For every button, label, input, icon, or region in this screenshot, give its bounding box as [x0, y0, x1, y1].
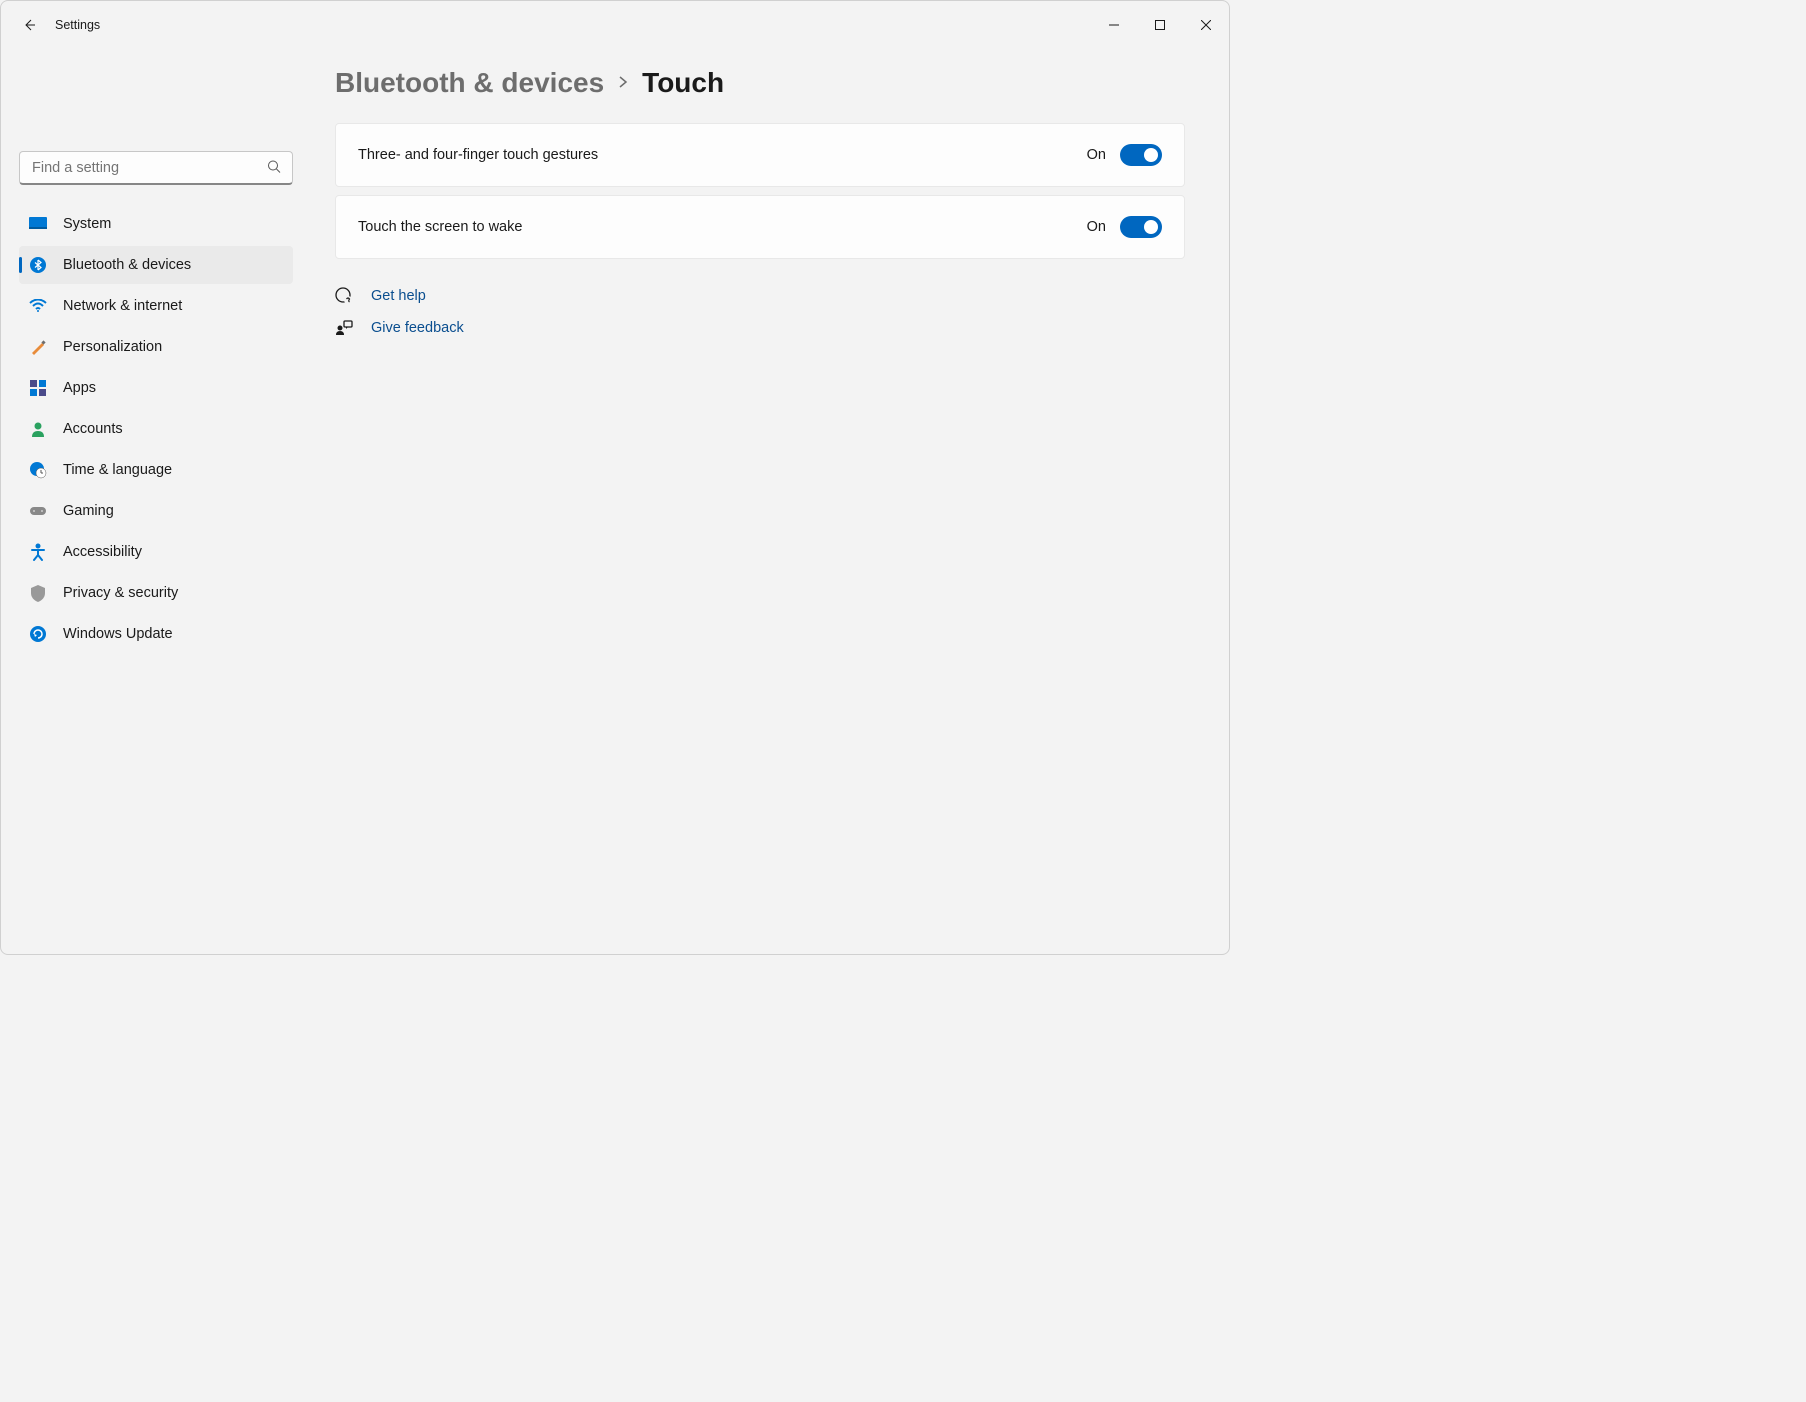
close-icon: [1201, 20, 1211, 30]
sidebar-item-time-language[interactable]: Time & language: [19, 451, 293, 489]
toggle-wrap: On: [1087, 216, 1162, 238]
breadcrumb: Bluetooth & devices Touch: [335, 67, 1185, 99]
sidebar-item-label: System: [63, 216, 111, 232]
update-icon: [29, 625, 47, 643]
sidebar-item-label: Time & language: [63, 462, 172, 478]
shield-icon: [29, 584, 47, 602]
sidebar-item-label: Personalization: [63, 339, 162, 355]
setting-label: Touch the screen to wake: [358, 219, 522, 235]
page-title: Touch: [642, 67, 724, 99]
help-links: Get help Give feedback: [335, 287, 1185, 337]
sidebar-item-personalization[interactable]: Personalization: [19, 328, 293, 366]
search-wrap: [19, 151, 293, 185]
feedback-icon: [335, 319, 353, 337]
sidebar-item-label: Windows Update: [63, 626, 173, 642]
paintbrush-icon: [29, 338, 47, 356]
sidebar-item-label: Accounts: [63, 421, 123, 437]
sidebar-item-system[interactable]: System: [19, 205, 293, 243]
sidebar-item-label: Accessibility: [63, 544, 142, 560]
search-icon: [267, 160, 281, 177]
arrow-left-icon: [21, 17, 37, 33]
help-link-text: Get help: [371, 288, 426, 304]
setting-label: Three- and four-finger touch gestures: [358, 147, 598, 163]
app-title: Settings: [55, 18, 100, 32]
accessibility-icon: [29, 543, 47, 561]
get-help-link[interactable]: Get help: [335, 287, 1185, 305]
apps-icon: [29, 379, 47, 397]
sidebar-item-gaming[interactable]: Gaming: [19, 492, 293, 530]
close-button[interactable]: [1183, 9, 1229, 41]
toggle-switch[interactable]: [1120, 144, 1162, 166]
sidebar-item-label: Apps: [63, 380, 96, 396]
minimize-button[interactable]: [1091, 9, 1137, 41]
setting-touch-gestures[interactable]: Three- and four-finger touch gestures On: [335, 123, 1185, 187]
globe-clock-icon: [29, 461, 47, 479]
toggle-state-text: On: [1087, 147, 1106, 163]
sidebar-item-accessibility[interactable]: Accessibility: [19, 533, 293, 571]
sidebar-item-bluetooth-devices[interactable]: Bluetooth & devices: [19, 246, 293, 284]
system-icon: [29, 215, 47, 233]
toggle-wrap: On: [1087, 144, 1162, 166]
sidebar-item-label: Bluetooth & devices: [63, 257, 191, 273]
help-icon: [335, 287, 353, 305]
settings-window: Settings: [0, 0, 1230, 955]
person-icon: [29, 420, 47, 438]
wifi-icon: [29, 297, 47, 315]
minimize-icon: [1109, 20, 1119, 30]
main-content: Bluetooth & devices Touch Three- and fou…: [311, 49, 1229, 954]
gamepad-icon: [29, 502, 47, 520]
sidebar-item-label: Gaming: [63, 503, 114, 519]
sidebar-item-apps[interactable]: Apps: [19, 369, 293, 407]
sidebar-item-privacy-security[interactable]: Privacy & security: [19, 574, 293, 612]
setting-touch-to-wake[interactable]: Touch the screen to wake On: [335, 195, 1185, 259]
window-controls: [1091, 9, 1229, 41]
sidebar-item-label: Privacy & security: [63, 585, 178, 601]
toggle-state-text: On: [1087, 219, 1106, 235]
search-input[interactable]: [19, 151, 293, 185]
breadcrumb-parent[interactable]: Bluetooth & devices: [335, 67, 604, 99]
maximize-button[interactable]: [1137, 9, 1183, 41]
nav-list: System Bluetooth & devices Network & int…: [19, 205, 293, 656]
chevron-right-icon: [618, 73, 628, 94]
maximize-icon: [1155, 20, 1165, 30]
sidebar-item-accounts[interactable]: Accounts: [19, 410, 293, 448]
sidebar-item-label: Network & internet: [63, 298, 182, 314]
sidebar-item-windows-update[interactable]: Windows Update: [19, 615, 293, 653]
titlebar: Settings: [1, 1, 1229, 49]
sidebar: System Bluetooth & devices Network & int…: [1, 49, 311, 954]
toggle-switch[interactable]: [1120, 216, 1162, 238]
bluetooth-icon: [29, 256, 47, 274]
back-button[interactable]: [9, 5, 49, 45]
help-link-text: Give feedback: [371, 320, 464, 336]
give-feedback-link[interactable]: Give feedback: [335, 319, 1185, 337]
sidebar-item-network[interactable]: Network & internet: [19, 287, 293, 325]
